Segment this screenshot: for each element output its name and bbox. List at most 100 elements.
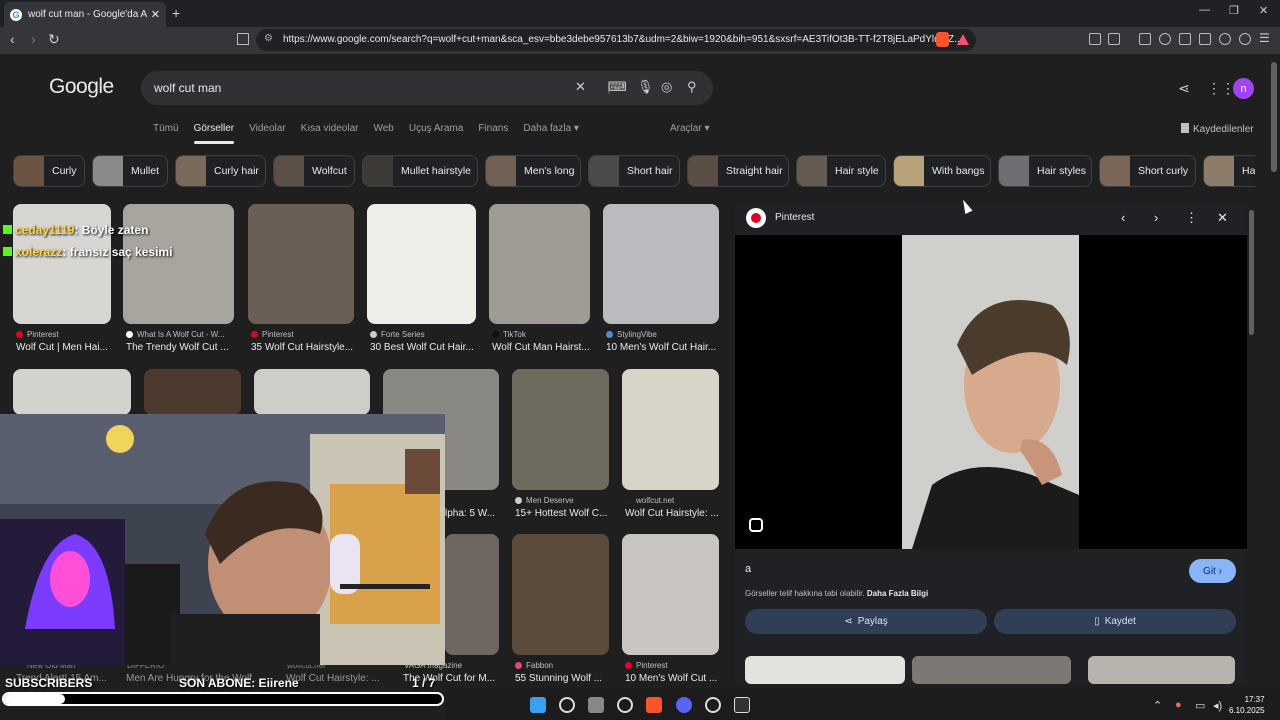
volume-icon[interactable]: ◂) xyxy=(1213,699,1222,712)
google-logo[interactable]: Google xyxy=(49,75,114,99)
related-image[interactable] xyxy=(912,656,1071,684)
menu-icon[interactable]: ☰ xyxy=(1259,31,1270,45)
related-image[interactable] xyxy=(1088,656,1235,684)
new-tab-button[interactable]: + xyxy=(172,5,180,21)
related-search-chip[interactable]: Short hair xyxy=(588,155,680,187)
image-caption[interactable]: 10 Men's Wolf Cut Hair... xyxy=(606,342,722,353)
previous-icon[interactable]: ‹ xyxy=(1121,210,1125,225)
image-result[interactable] xyxy=(512,534,609,655)
apps-icon[interactable]: ⋮⋮ xyxy=(1207,80,1235,97)
image-result[interactable] xyxy=(512,369,609,490)
microphone-icon[interactable]: ● xyxy=(1175,699,1182,711)
system-clock[interactable]: 17:37 6.10.2025 xyxy=(1229,694,1265,716)
image-result[interactable] xyxy=(248,204,354,324)
related-search-chip[interactable]: Ha xyxy=(1203,155,1255,187)
lens-search-icon[interactable]: ◎ xyxy=(661,79,672,95)
related-search-chip[interactable]: Curly hair xyxy=(175,155,266,187)
related-search-chip[interactable]: With bangs xyxy=(893,155,991,187)
image-result[interactable] xyxy=(144,369,241,415)
keyboard-icon[interactable]: ⌨ xyxy=(608,79,627,95)
image-caption[interactable]: 35 Wolf Cut Hairstyle... xyxy=(251,342,357,353)
saved-button[interactable]: Kaydedilenler xyxy=(1181,123,1254,135)
sidebar-icon[interactable] xyxy=(1179,33,1191,45)
image-result[interactable] xyxy=(13,369,131,415)
image-result[interactable] xyxy=(254,369,370,415)
close-window-button[interactable]: ✕ xyxy=(1259,4,1268,17)
tab-images[interactable]: Görseller xyxy=(193,123,234,144)
back-icon[interactable]: ‹ xyxy=(10,31,15,47)
vpn-icon[interactable] xyxy=(1239,33,1251,45)
voice-search-icon[interactable]: 🎙 xyxy=(637,79,654,95)
tab-search-icon[interactable] xyxy=(1108,33,1120,45)
tab-all[interactable]: Tümü xyxy=(153,123,179,134)
related-image[interactable] xyxy=(745,656,905,684)
brave-shields-icon[interactable] xyxy=(936,32,949,47)
start-icon[interactable] xyxy=(530,697,546,713)
search-box[interactable]: wolf cut man ✕ | ⌨ 🎙 ◎ ⚲ xyxy=(141,71,713,105)
image-result[interactable] xyxy=(622,534,719,655)
image-caption[interactable]: 10 Men's Wolf Cut ... xyxy=(625,673,722,684)
tray-chevron-icon[interactable]: ⌃ xyxy=(1153,699,1162,712)
image-caption[interactable]: 30 Best Wolf Cut Hair... xyxy=(370,342,479,353)
image-result[interactable] xyxy=(123,204,234,324)
app-icon[interactable] xyxy=(705,697,721,713)
wallet-icon[interactable] xyxy=(1199,33,1211,45)
network-icon[interactable]: ▭ xyxy=(1195,699,1205,712)
panel-scrollbar[interactable] xyxy=(1249,210,1254,335)
share-icon[interactable]: ⋖ xyxy=(1178,80,1190,97)
extensions-icon[interactable] xyxy=(1089,33,1101,45)
brave-icon[interactable] xyxy=(646,697,662,713)
search-input[interactable]: wolf cut man xyxy=(154,81,221,95)
share-button[interactable]: ⋖ Paylaş xyxy=(745,609,987,634)
tab-close-icon[interactable]: ✕ xyxy=(151,8,160,21)
address-bar[interactable]: ⚙ https://www.google.com/search?q=wolf+c… xyxy=(256,29,976,51)
more-options-icon[interactable]: ⋮ xyxy=(1185,210,1198,226)
tab-more[interactable]: Daha fazla ▾ xyxy=(523,123,579,134)
minimize-button[interactable]: — xyxy=(1199,4,1210,16)
tab-web[interactable]: Web xyxy=(373,123,393,134)
image-result[interactable] xyxy=(367,204,476,324)
task-view-icon[interactable] xyxy=(588,697,604,713)
image-result[interactable] xyxy=(622,369,719,490)
image-caption[interactable]: Wolf Cut | Men Hai... xyxy=(16,342,114,353)
related-search-chip[interactable]: Short curly xyxy=(1099,155,1196,187)
page-scrollbar[interactable] xyxy=(1271,62,1277,172)
tab-flights[interactable]: Uçuş Arama xyxy=(409,123,463,134)
panel-source[interactable]: Pinterest xyxy=(775,212,814,223)
related-search-chip[interactable]: Mullet hairstyle xyxy=(362,155,478,187)
media-icon[interactable] xyxy=(1159,33,1171,45)
downloads-icon[interactable] xyxy=(1139,33,1151,45)
tools-button[interactable]: Araçlar ▾ xyxy=(670,123,709,134)
visit-button[interactable]: Git › xyxy=(1189,559,1236,583)
tab-videos[interactable]: Videolar xyxy=(249,123,286,134)
reload-icon[interactable]: ↻ xyxy=(48,31,60,48)
discord-icon[interactable] xyxy=(676,697,692,713)
tab-short-videos[interactable]: Kısa videolar xyxy=(301,123,359,134)
leo-ai-icon[interactable] xyxy=(1219,33,1231,45)
maximize-button[interactable]: ❐ xyxy=(1229,4,1239,17)
related-search-chip[interactable]: Hair styles xyxy=(998,155,1092,187)
site-settings-icon[interactable]: ⚙ xyxy=(264,33,273,44)
forward-icon[interactable]: › xyxy=(31,31,36,47)
image-caption[interactable]: lpha: 5 W... xyxy=(445,508,499,519)
image-result[interactable] xyxy=(13,204,111,324)
account-avatar[interactable]: n xyxy=(1233,78,1254,99)
chatgpt-icon[interactable] xyxy=(617,697,633,713)
clear-search-icon[interactable]: ✕ xyxy=(575,79,586,95)
preview-image-area[interactable] xyxy=(735,235,1247,549)
image-caption[interactable]: Wolf Cut Hairstyle: ... xyxy=(625,508,722,519)
related-search-chip[interactable]: Wolfcut xyxy=(273,155,355,187)
close-panel-icon[interactable]: ✕ xyxy=(1217,210,1228,226)
lens-icon[interactable] xyxy=(749,518,763,532)
image-caption[interactable]: Wolf Cut Man Hairst... xyxy=(492,342,593,353)
image-result[interactable] xyxy=(445,534,499,655)
related-search-chip[interactable]: Men's long xyxy=(485,155,581,187)
image-caption[interactable]: 55 Stunning Wolf ... xyxy=(515,673,612,684)
bookmark-icon[interactable] xyxy=(237,33,249,45)
image-caption[interactable]: The Trendy Wolf Cut ... xyxy=(126,342,237,353)
image-result[interactable] xyxy=(603,204,719,324)
related-search-chip[interactable]: Mullet xyxy=(92,155,168,187)
epic-games-icon[interactable] xyxy=(734,697,750,713)
search-icon[interactable] xyxy=(559,697,575,713)
next-icon[interactable]: › xyxy=(1154,210,1158,225)
